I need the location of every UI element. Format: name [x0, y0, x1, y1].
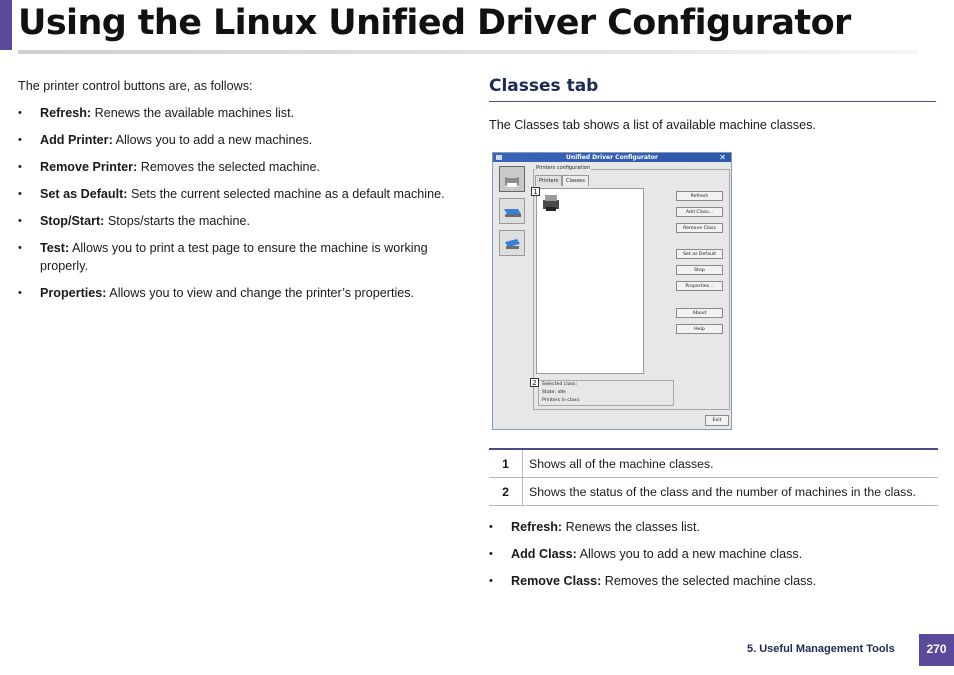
scanner-config-icon[interactable]	[499, 198, 525, 224]
callout-number: 2	[489, 477, 523, 506]
item-term: Add Class:	[511, 547, 577, 561]
list-item: Add Class: Allows you to add a new machi…	[489, 545, 937, 563]
status-line: Selected class:	[542, 382, 578, 387]
callout-table: 1 Shows all of the machine classes. 2 Sh…	[489, 448, 938, 506]
item-desc: Renews the classes list.	[562, 520, 700, 534]
help-button[interactable]: Help	[676, 324, 723, 334]
refresh-button[interactable]: Refresh	[676, 191, 723, 201]
status-line: State: idle	[542, 390, 566, 395]
callout-number: 1	[489, 449, 523, 478]
callout-1: 1	[531, 187, 540, 196]
item-desc: Sets the current selected machine as a d…	[127, 187, 445, 201]
class-buttons-section: Refresh: Renews the classes list. Add Cl…	[489, 518, 937, 599]
section-heading: Classes tab	[489, 76, 599, 96]
tab-printers[interactable]: Printers	[535, 175, 563, 186]
footer-section-label: 5. Useful Management Tools	[747, 643, 895, 655]
page-title: Using the Linux Unified Driver Configura…	[18, 3, 851, 43]
stop-button[interactable]: Stop	[676, 265, 723, 275]
status-line: Printers in class:	[542, 398, 581, 403]
left-column: The printer control buttons are, as foll…	[18, 77, 458, 311]
item-term: Test:	[40, 241, 70, 255]
item-desc: Removes the selected machine class.	[601, 574, 817, 588]
remove-class-button[interactable]: Remove Class	[676, 223, 723, 233]
item-desc: Allows you to print a test page to ensur…	[40, 241, 428, 273]
list-item: Test: Allows you to print a test page to…	[18, 239, 458, 275]
right-column: Classes tab The Classes tab shows a list…	[489, 75, 937, 147]
item-desc: Allows you to add a new machine class.	[576, 547, 803, 561]
port-config-icon[interactable]	[499, 230, 525, 256]
callout-description: Shows the status of the class and the nu…	[522, 477, 938, 506]
group-label: Printers configuration	[535, 165, 591, 171]
item-desc: Allows you to view and change the printe…	[106, 286, 415, 300]
configurator-screenshot: Unified Driver Configurator ✕ Printers c…	[492, 152, 732, 430]
page-number: 270	[919, 634, 954, 666]
window-title: Unified Driver Configurator	[566, 154, 658, 161]
title-accent-bar	[0, 0, 12, 50]
list-item: Add Printer: Allows you to add a new mac…	[18, 131, 458, 149]
list-item: Remove Class: Removes the selected machi…	[489, 572, 937, 590]
classes-list[interactable]	[536, 188, 644, 374]
printer-buttons-list: Refresh: Renews the available machines l…	[18, 104, 458, 302]
title-divider	[18, 50, 918, 54]
window-titlebar: Unified Driver Configurator ✕	[493, 153, 731, 162]
item-term: Properties:	[40, 286, 107, 300]
intro-text: The printer control buttons are, as foll…	[18, 79, 253, 93]
list-item: Set as Default: Sets the current selecte…	[18, 185, 458, 203]
list-item: Refresh: Renews the available machines l…	[18, 104, 458, 122]
item-term: Add Printer:	[40, 133, 113, 147]
callout-2: 2	[530, 378, 539, 387]
classes-description: The Classes tab shows a list of availabl…	[489, 118, 816, 132]
class-status-box: Selected class: State: idle Printers in …	[538, 380, 674, 406]
class-buttons-list: Refresh: Renews the classes list. Add Cl…	[489, 518, 937, 590]
list-item: Refresh: Renews the classes list.	[489, 518, 937, 536]
table-row: 1 Shows all of the machine classes.	[489, 449, 938, 478]
section-divider	[489, 101, 936, 102]
item-term: Stop/Start:	[40, 214, 105, 228]
printer-class-icon[interactable]	[541, 194, 561, 212]
close-icon[interactable]: ✕	[719, 153, 726, 162]
item-desc: Stops/starts the machine.	[104, 214, 250, 228]
item-term: Refresh:	[511, 520, 563, 534]
about-button[interactable]: About	[676, 308, 723, 318]
table-row: 2 Shows the status of the class and the …	[489, 477, 938, 506]
list-item: Stop/Start: Stops/starts the machine.	[18, 212, 458, 230]
item-desc: Renews the available machines list.	[91, 106, 295, 120]
add-class-button[interactable]: Add Class...	[676, 207, 723, 217]
item-term: Set as Default:	[40, 187, 128, 201]
list-item: Remove Printer: Removes the selected mac…	[18, 158, 458, 176]
exit-button[interactable]: Exit	[705, 415, 729, 426]
item-term: Remove Class:	[511, 574, 602, 588]
tab-classes[interactable]: Classes	[562, 175, 589, 186]
window-menu-icon	[496, 155, 502, 160]
item-term: Remove Printer:	[40, 160, 138, 174]
printer-config-icon[interactable]	[499, 166, 525, 192]
set-as-default-button[interactable]: Set as Default	[676, 249, 723, 259]
properties-button[interactable]: Properties...	[676, 281, 723, 291]
item-desc: Removes the selected machine.	[137, 160, 320, 174]
item-desc: Allows you to add a new machines.	[112, 133, 313, 147]
item-term: Refresh:	[40, 106, 92, 120]
list-item: Properties: Allows you to view and chang…	[18, 284, 458, 302]
callout-description: Shows all of the machine classes.	[522, 449, 938, 478]
